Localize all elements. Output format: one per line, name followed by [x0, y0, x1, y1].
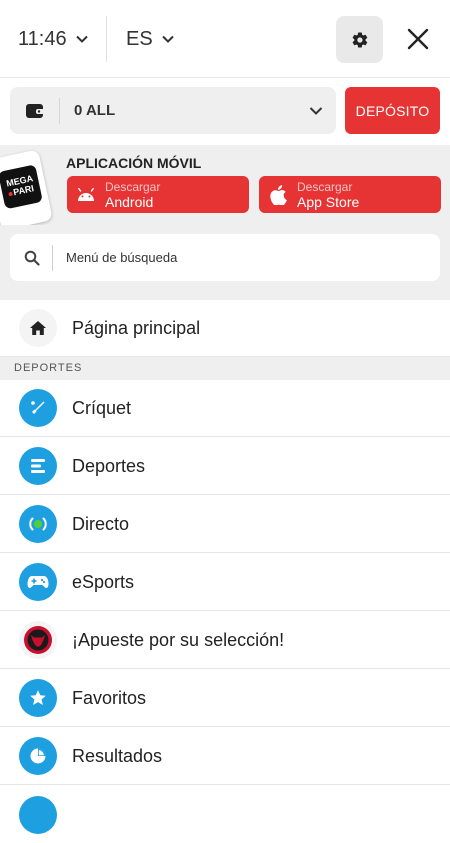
home-icon	[19, 309, 57, 347]
gear-icon	[352, 31, 367, 48]
deposit-button[interactable]: DEPÓSITO	[345, 87, 440, 134]
menu-item-label: Directo	[72, 513, 130, 534]
language-selector[interactable]: ES	[126, 0, 175, 78]
download-label: Descargar	[297, 179, 353, 194]
chevron-down-icon	[309, 107, 323, 115]
live-broadcast-icon	[19, 505, 57, 543]
megapari-logo: MEGA PARI	[0, 164, 43, 210]
download-appstore-button[interactable]: Descargar App Store	[259, 176, 441, 213]
menu-item-label: Resultados	[72, 745, 163, 766]
menu-item-label: Deportes	[72, 455, 146, 476]
list-icon	[19, 447, 57, 485]
divider	[59, 97, 60, 124]
banner-title: APLICACIÓN MÓVIL	[66, 155, 202, 171]
menu-item-live[interactable]: Directo	[0, 496, 450, 553]
search-icon	[24, 250, 40, 266]
time-selector[interactable]: 11:46	[18, 0, 89, 78]
menu-item-home[interactable]: Página principal	[0, 300, 450, 357]
section-header-sports: DEPORTES	[0, 357, 450, 380]
balance-selector[interactable]: 0 ALL	[10, 87, 336, 134]
bull-badge-icon	[19, 621, 57, 659]
phone-logo-image: MEGA PARI	[0, 149, 53, 231]
menu-item-esports[interactable]: eSports	[0, 554, 450, 611]
menu-item-results[interactable]: Resultados	[0, 728, 450, 785]
cricket-bat-icon	[19, 389, 57, 427]
platform-label: App Store	[297, 193, 360, 210]
divider	[52, 244, 53, 271]
menu-item-cricket[interactable]: Críquet	[0, 380, 450, 437]
menu-item-label: Favoritos	[72, 687, 147, 708]
menu-item-label: Página principal	[72, 317, 201, 338]
download-android-button[interactable]: Descargar Android	[67, 176, 249, 213]
menu-icon	[19, 795, 57, 834]
menu-item-bet-selection[interactable]: ¡Apueste por su selección!	[0, 612, 450, 669]
chevron-down-icon	[161, 35, 174, 43]
star-icon	[19, 679, 57, 717]
mobile-app-banner: MEGA PARI APLICACIÓN MÓVIL Descargar And…	[0, 145, 450, 231]
menu-item-label: eSports	[72, 571, 135, 592]
search-placeholder: Menú de búsqueda	[66, 250, 178, 265]
search-area: Menú de búsqueda	[0, 225, 450, 300]
divider	[106, 16, 107, 62]
pie-chart-icon	[19, 737, 57, 775]
gamepad-icon	[19, 563, 57, 601]
balance-value: 0 ALL	[74, 102, 116, 119]
apple-icon	[267, 184, 289, 206]
settings-button[interactable]	[336, 16, 383, 63]
balance-area: 0 ALL DEPÓSITO	[0, 79, 450, 145]
top-bar: 11:46 ES	[0, 0, 450, 78]
chevron-down-icon	[75, 35, 88, 43]
menu-item-label: Críquet	[72, 397, 132, 418]
close-icon	[407, 28, 429, 50]
platform-label: Android	[105, 193, 154, 210]
menu-item-sports[interactable]: Deportes	[0, 438, 450, 495]
menu-item-favorites[interactable]: Favoritos	[0, 670, 450, 727]
menu-item-next[interactable]	[0, 786, 450, 843]
search-input[interactable]: Menú de búsqueda	[10, 234, 440, 281]
close-button[interactable]	[398, 18, 438, 60]
language-label: ES	[126, 27, 153, 50]
menu-item-label: ¡Apueste por su selección!	[72, 629, 285, 650]
download-label: Descargar	[105, 179, 161, 194]
time-label: 11:46	[18, 27, 67, 50]
wallet-icon	[26, 103, 44, 118]
android-icon	[75, 184, 97, 206]
